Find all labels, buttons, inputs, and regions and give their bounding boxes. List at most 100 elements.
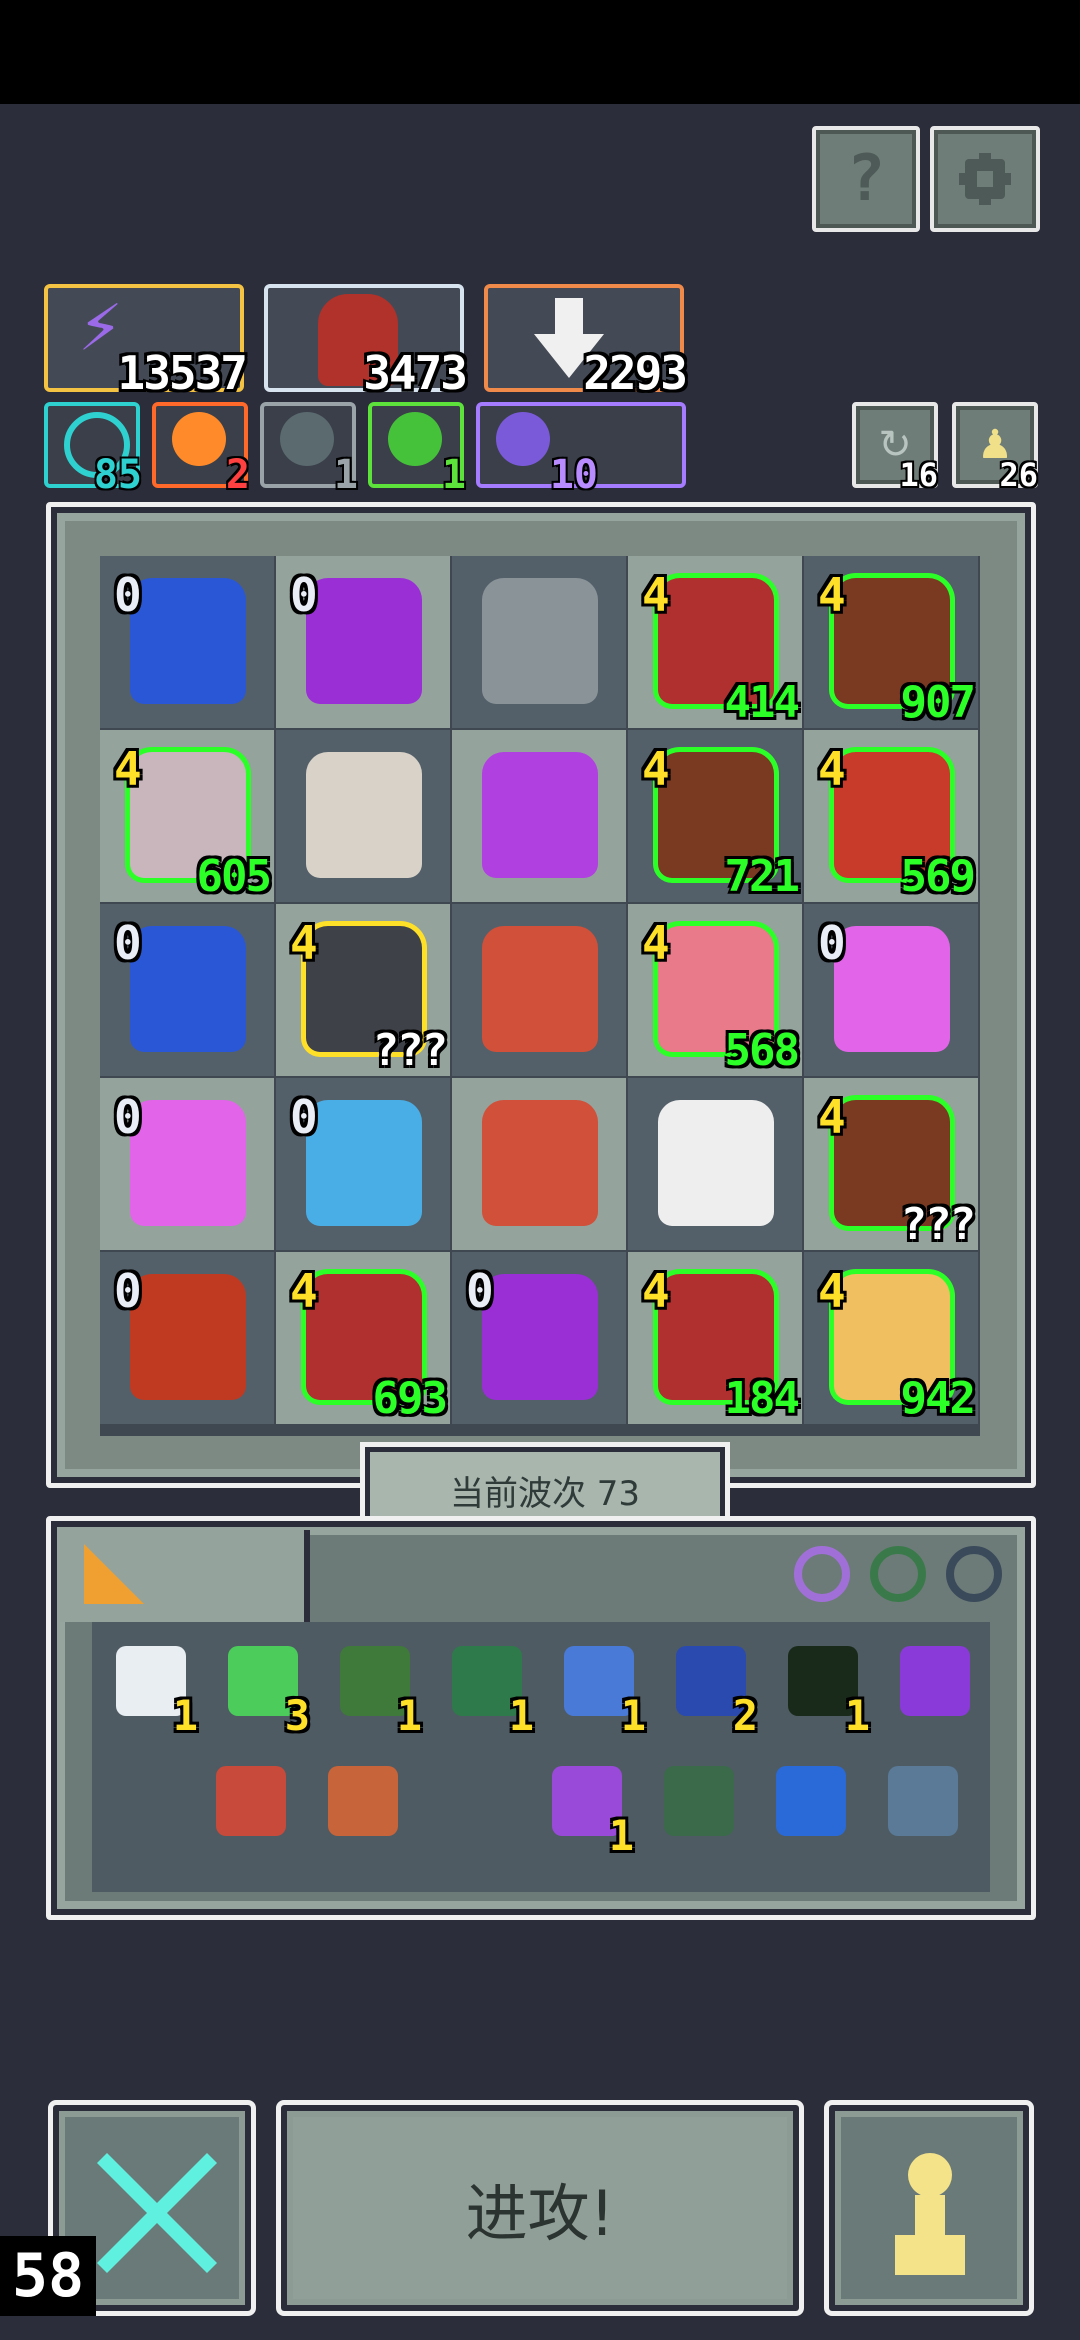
unit-level: 4 (818, 568, 846, 622)
unit-cell-shield-knight[interactable]: 4 907 (804, 556, 978, 728)
gear-icon (959, 153, 1011, 205)
inventory-item-goblin[interactable]: 1 (446, 1640, 534, 1740)
item-count: 2 (732, 1691, 758, 1740)
inventory-item-gem-shield[interactable]: 3 (222, 1640, 310, 1740)
statue-icon (482, 578, 598, 704)
unit-power: ??? (900, 1199, 976, 1250)
unit-cell-skeleton-king[interactable] (276, 730, 450, 902)
wind-chip[interactable]: 1 (260, 402, 358, 498)
purple-ring-icon[interactable] (794, 1546, 850, 1602)
portal-icon (130, 578, 246, 704)
inventory-item-axe[interactable]: 1 (558, 1640, 646, 1740)
dark-ring-icon[interactable] (946, 1546, 1002, 1602)
inventory-tab[interactable] (60, 1530, 310, 1622)
inventory-item-magic-wand[interactable] (894, 1640, 974, 1730)
ice-claws-icon (888, 1766, 958, 1836)
unit-cell-mage-girl[interactable]: 4 942 (804, 1252, 978, 1424)
unit-level: 0 (290, 1090, 318, 1144)
unit-cell-knight[interactable]: 4 693 (276, 1252, 450, 1424)
unit-cell-pink-demon[interactable]: 0 (100, 1078, 274, 1250)
unit-level: 0 (290, 568, 318, 622)
unit-power: 569 (900, 851, 976, 902)
fire-chip[interactable]: 2 (152, 402, 250, 498)
help-button[interactable]: ? (812, 126, 920, 232)
unit-power: 693 (372, 1373, 448, 1424)
inventory-item-demon-mask[interactable]: 1 (782, 1640, 870, 1740)
ring-filters (780, 1530, 1020, 1622)
pickaxe-value: 2293 (583, 346, 688, 400)
wind-count: 1 (333, 452, 358, 498)
unit-cell-shield-knight[interactable]: 4??? (804, 1078, 978, 1250)
unit-cell-dark-knight[interactable]: 4??? (276, 904, 450, 1076)
spark-chip[interactable]: 10 (476, 402, 686, 498)
settings-button[interactable] (930, 126, 1040, 232)
unit-cell-viking[interactable]: 4 569 (804, 730, 978, 902)
spiral-chip[interactable]: 85 (44, 402, 142, 498)
ghost-icon (658, 1100, 774, 1226)
pink-demon-icon (130, 1100, 246, 1226)
pawn-icon (895, 2153, 965, 2275)
unit-grid: 0 0 4 414 4 907 4 605 4 721 4 569 0 4??? 4 568 0 0 0 4??? 0 4… (100, 556, 980, 1436)
purple-dragon-icon (306, 578, 422, 704)
inventory-row-1: 1 3 1 1 1 2 1 (110, 1640, 990, 1740)
inventory-item-potion[interactable]: 1 (546, 1760, 634, 1860)
status-bar (0, 0, 1080, 104)
unit-level: 0 (114, 1090, 142, 1144)
unit-cell-portal[interactable]: 0 (100, 556, 274, 728)
unit-cell-statue[interactable] (452, 556, 626, 728)
pawn-counter[interactable]: ♟ 26 (952, 402, 1038, 494)
unit-cell-crystal[interactable] (452, 1078, 626, 1250)
unit-level: 4 (818, 742, 846, 796)
unit-cell-purple-dragon[interactable]: 0 (276, 556, 450, 728)
unit-cell-ghost[interactable] (628, 1078, 802, 1250)
unit-cell-crystal[interactable] (452, 904, 626, 1076)
refresh-counter[interactable]: ↻ 16 (852, 402, 938, 494)
unit-cell-maid[interactable]: 4 605 (100, 730, 274, 902)
item-count: 3 (284, 1691, 310, 1740)
unit-cell-ice-demon[interactable]: 0 (276, 1078, 450, 1250)
spark-icon (496, 412, 550, 466)
fire-icon (172, 412, 226, 466)
unit-power: 721 (724, 851, 800, 902)
ice-demon-icon (306, 1100, 422, 1226)
poison-chip[interactable]: 1 (368, 402, 466, 498)
inventory-item-green-crystal[interactable] (658, 1760, 738, 1850)
unit-cell-portal[interactable]: 0 (100, 904, 274, 1076)
green-crystal-icon (664, 1766, 734, 1836)
attack-button[interactable]: 进攻! (276, 2100, 804, 2316)
inventory-item-blue-wave[interactable] (770, 1760, 850, 1850)
inventory-item-red-leaves[interactable] (210, 1760, 290, 1850)
unit-cell-shield-knight[interactable]: 4 721 (628, 730, 802, 902)
skeleton-king-icon (306, 752, 422, 878)
pawn-count: 26 (999, 456, 1038, 494)
magic-wand-icon (900, 1646, 970, 1716)
inventory-item-ice-claws[interactable] (882, 1760, 962, 1850)
lightning-icon: ⚡ (78, 292, 123, 366)
unit-level: 4 (642, 742, 670, 796)
unit-cell-pink-demon[interactable]: 0 (804, 904, 978, 1076)
inventory-item-feather[interactable] (322, 1760, 402, 1850)
unit-cell-knight[interactable]: 4 184 (628, 1252, 802, 1424)
unit-cell-purple-dragon[interactable]: 0 (452, 1252, 626, 1424)
unit-cell-archer-girl[interactable]: 4 568 (628, 904, 802, 1076)
fps-counter: 58 (0, 2236, 96, 2316)
portal-icon (130, 926, 246, 1052)
unit-level: 4 (642, 1264, 670, 1318)
unit-level: 0 (114, 916, 142, 970)
red-dragon-icon (130, 1274, 246, 1400)
purple-demon-icon (482, 752, 598, 878)
pawn-button[interactable] (824, 2100, 1034, 2316)
unit-power: ??? (372, 1025, 448, 1076)
inventory-item-hourglass[interactable]: 2 (670, 1640, 758, 1740)
inventory-item-scroll[interactable]: 1 (110, 1640, 198, 1740)
unit-cell-purple-demon[interactable] (452, 730, 626, 902)
unit-level: 4 (642, 568, 670, 622)
inventory-row-2: 1 (110, 1760, 990, 1860)
unit-level: 4 (642, 916, 670, 970)
inventory-item-hooded-figure[interactable]: 1 (334, 1640, 422, 1740)
unit-cell-red-dragon[interactable]: 0 (100, 1252, 274, 1424)
unit-cell-knight[interactable]: 4 414 (628, 556, 802, 728)
unit-power: 568 (724, 1025, 800, 1076)
poison-count: 1 (441, 452, 466, 498)
green-ring-icon[interactable] (870, 1546, 926, 1602)
